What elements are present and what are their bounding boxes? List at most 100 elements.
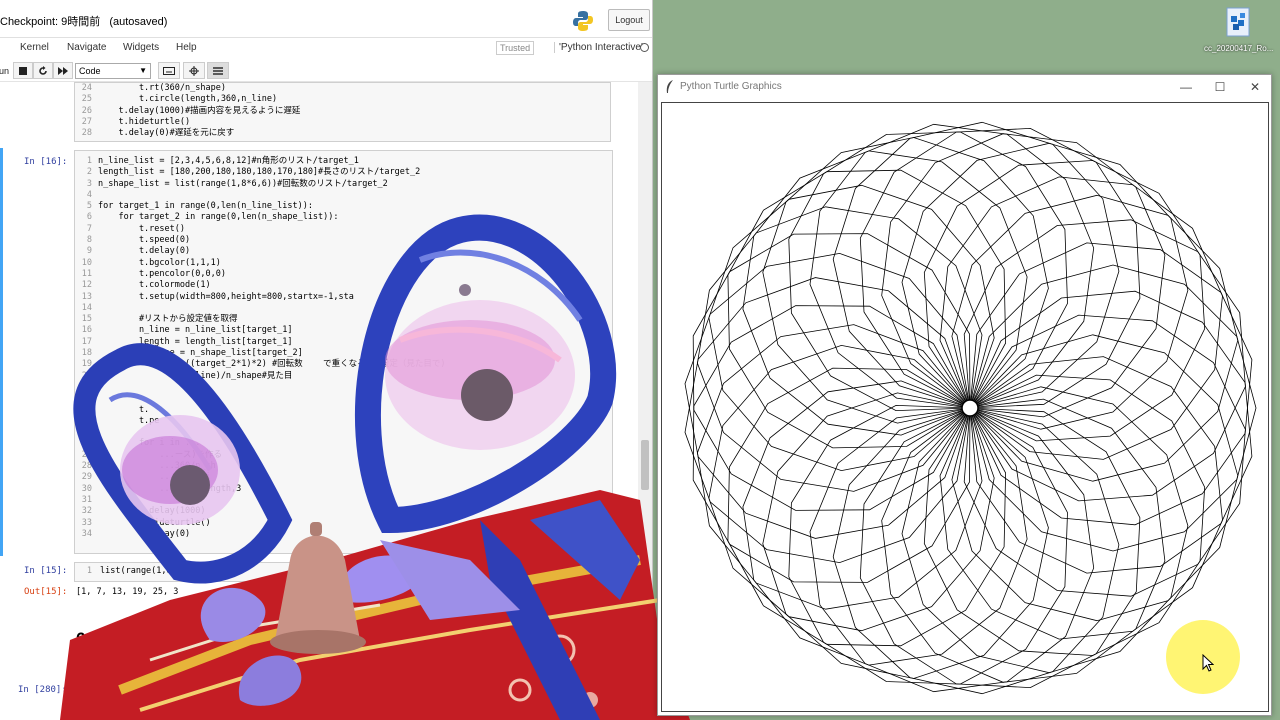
line-number: 34 — [81, 528, 92, 539]
code-line: length_list = [180,200,180,180,180,170,1… — [98, 167, 421, 178]
line-number: 31 — [81, 494, 92, 505]
line-number: 28 — [81, 128, 92, 139]
turtle-polygon — [762, 392, 1049, 679]
code-editor-15[interactable]: list(range(1,8*6 — [100, 566, 182, 577]
code-line: for i in ... — [98, 438, 201, 449]
stop-icon[interactable] — [13, 62, 33, 79]
scrollbar-track[interactable] — [638, 82, 652, 720]
line-number: 17 — [81, 336, 92, 347]
turtle-polygon — [832, 407, 1120, 695]
cell-prompt-in: In [280]: — [18, 685, 67, 695]
window-title: Python Turtle Graphics — [680, 81, 782, 92]
line-number: 14 — [81, 302, 92, 313]
maximize-icon[interactable]: ☐ — [1205, 78, 1235, 96]
keyboard-icon[interactable] — [158, 62, 180, 79]
code-editor-280[interactable]: ke — [98, 685, 108, 696]
turtle-polygon — [809, 407, 1095, 693]
line-number: 12 — [81, 280, 92, 291]
line-number: 7 — [86, 223, 92, 234]
line-number: 32 — [81, 506, 92, 517]
markdown-text: 図形の2次 — [76, 657, 118, 667]
fast-forward-icon[interactable] — [53, 62, 73, 79]
kernel-idle-icon — [640, 43, 649, 52]
code-line: - n_line)/n_shape#見た目 — [98, 370, 293, 381]
turtle-centre — [961, 399, 979, 417]
line-number: 3 — [86, 178, 92, 189]
menu-kernel[interactable]: Kernel — [20, 42, 49, 53]
restart-icon[interactable] — [33, 62, 53, 79]
code-line: t.pe — [98, 415, 160, 426]
notebook-toolbar: un Code ▼ — [0, 60, 652, 82]
code-line: / ((target_2*1)*2) #回転数 で重くなる 設定（見た目で) — [98, 359, 446, 370]
line-number: 26 — [81, 105, 92, 116]
menu-help[interactable]: Help — [176, 42, 197, 53]
trusted-badge[interactable]: Trusted — [496, 41, 535, 55]
run-button[interactable]: un — [0, 62, 10, 79]
code-line: t. — [98, 404, 150, 415]
cell-type-value: Code — [79, 66, 101, 76]
code-line: t.reset() — [98, 223, 185, 234]
line-number: 30 — [81, 483, 92, 494]
turtle-polygon — [809, 123, 1095, 409]
code-line: n_shape_list = list(range(1,8*6,6))#回転数の… — [98, 178, 388, 189]
crosshair-icon[interactable] — [183, 62, 205, 79]
turtle-canvas[interactable] — [661, 102, 1269, 712]
line-number: 22 — [81, 393, 92, 404]
code-line: for target_2 in range(0,len(n_shape_list… — [98, 212, 339, 223]
line-number: 23 — [81, 404, 92, 415]
kernel-name[interactable]: 'Python Interactive' — [554, 42, 643, 53]
line-number: 20 — [81, 370, 92, 381]
line-number: 16 — [81, 325, 92, 336]
line-number: 15 — [81, 314, 92, 325]
markdown-heading: 6 if文を — [76, 629, 135, 648]
code-line: ...on(n_li — [98, 472, 211, 483]
code-line: ...ース)を作る — [98, 449, 222, 460]
close-icon[interactable]: ✕ — [1240, 78, 1270, 96]
line-number: 27 — [81, 449, 92, 460]
code-line: t.delay(0) — [98, 528, 191, 539]
list-icon[interactable] — [207, 62, 229, 79]
code-line: t.delay(1000)#描画内容を見えるように遅延 — [98, 105, 301, 116]
line-number: 18 — [81, 348, 92, 359]
code-line: t.rt(360/n_shape) — [98, 83, 226, 93]
cell-output-15: [1, 7, 13, 19, 25, 3 — [76, 587, 179, 597]
line-number: 8 — [86, 235, 92, 246]
turtle-polygon — [832, 121, 1120, 409]
desktop-file-icon[interactable] — [1215, 6, 1261, 46]
line-number: 19 — [81, 359, 92, 370]
line-number: 2 — [86, 167, 92, 178]
line-number: 28 — [81, 461, 92, 472]
line-number: 24 — [81, 83, 92, 93]
turtle-polygon — [969, 264, 1257, 552]
selected-cell-indicator — [0, 148, 3, 556]
code-line: t.hideturtle() — [98, 116, 191, 127]
menu-widgets[interactable]: Widgets — [123, 42, 159, 53]
window-titlebar[interactable]: Python Turtle Graphics — ☐ ✕ — [658, 75, 1271, 99]
line-number: 13 — [81, 291, 92, 302]
code-line: for target_1 in range(0,len(n_line_list)… — [98, 201, 313, 212]
feather-icon — [666, 80, 673, 93]
cell-prompt-in: In [16]: — [24, 157, 68, 167]
scrollbar-thumb[interactable] — [641, 440, 649, 490]
code-line: t.hideturtle() — [98, 517, 211, 528]
logout-button[interactable]: Logout — [608, 9, 650, 31]
line-number: 6 — [86, 212, 92, 223]
turtle-polygon — [859, 127, 1141, 409]
cell-prompt-in: In [15]: — [24, 566, 68, 576]
python-logo-icon — [573, 11, 593, 31]
code-editor-16[interactable]: n_line_list = [2,3,4,5,6,8,12]#n角形のリスト/t… — [98, 156, 446, 540]
menu-navigate[interactable]: Navigate — [67, 42, 106, 53]
line-number: 9 — [86, 246, 92, 257]
turtle-polygon — [762, 137, 1049, 424]
minimize-icon[interactable]: — — [1171, 78, 1201, 96]
turtle-polygon — [951, 194, 1239, 482]
code-line: ...360/n_sh — [98, 461, 216, 472]
code-cell-280[interactable] — [74, 681, 613, 701]
turtle-polygon — [939, 176, 1223, 460]
code-editor-previous[interactable]: t.rt(360/n_shape) t.circle(length,360,n_… — [98, 83, 300, 139]
cell-type-select[interactable]: Code ▼ — [75, 63, 151, 79]
turtle-polygon — [969, 290, 1253, 574]
